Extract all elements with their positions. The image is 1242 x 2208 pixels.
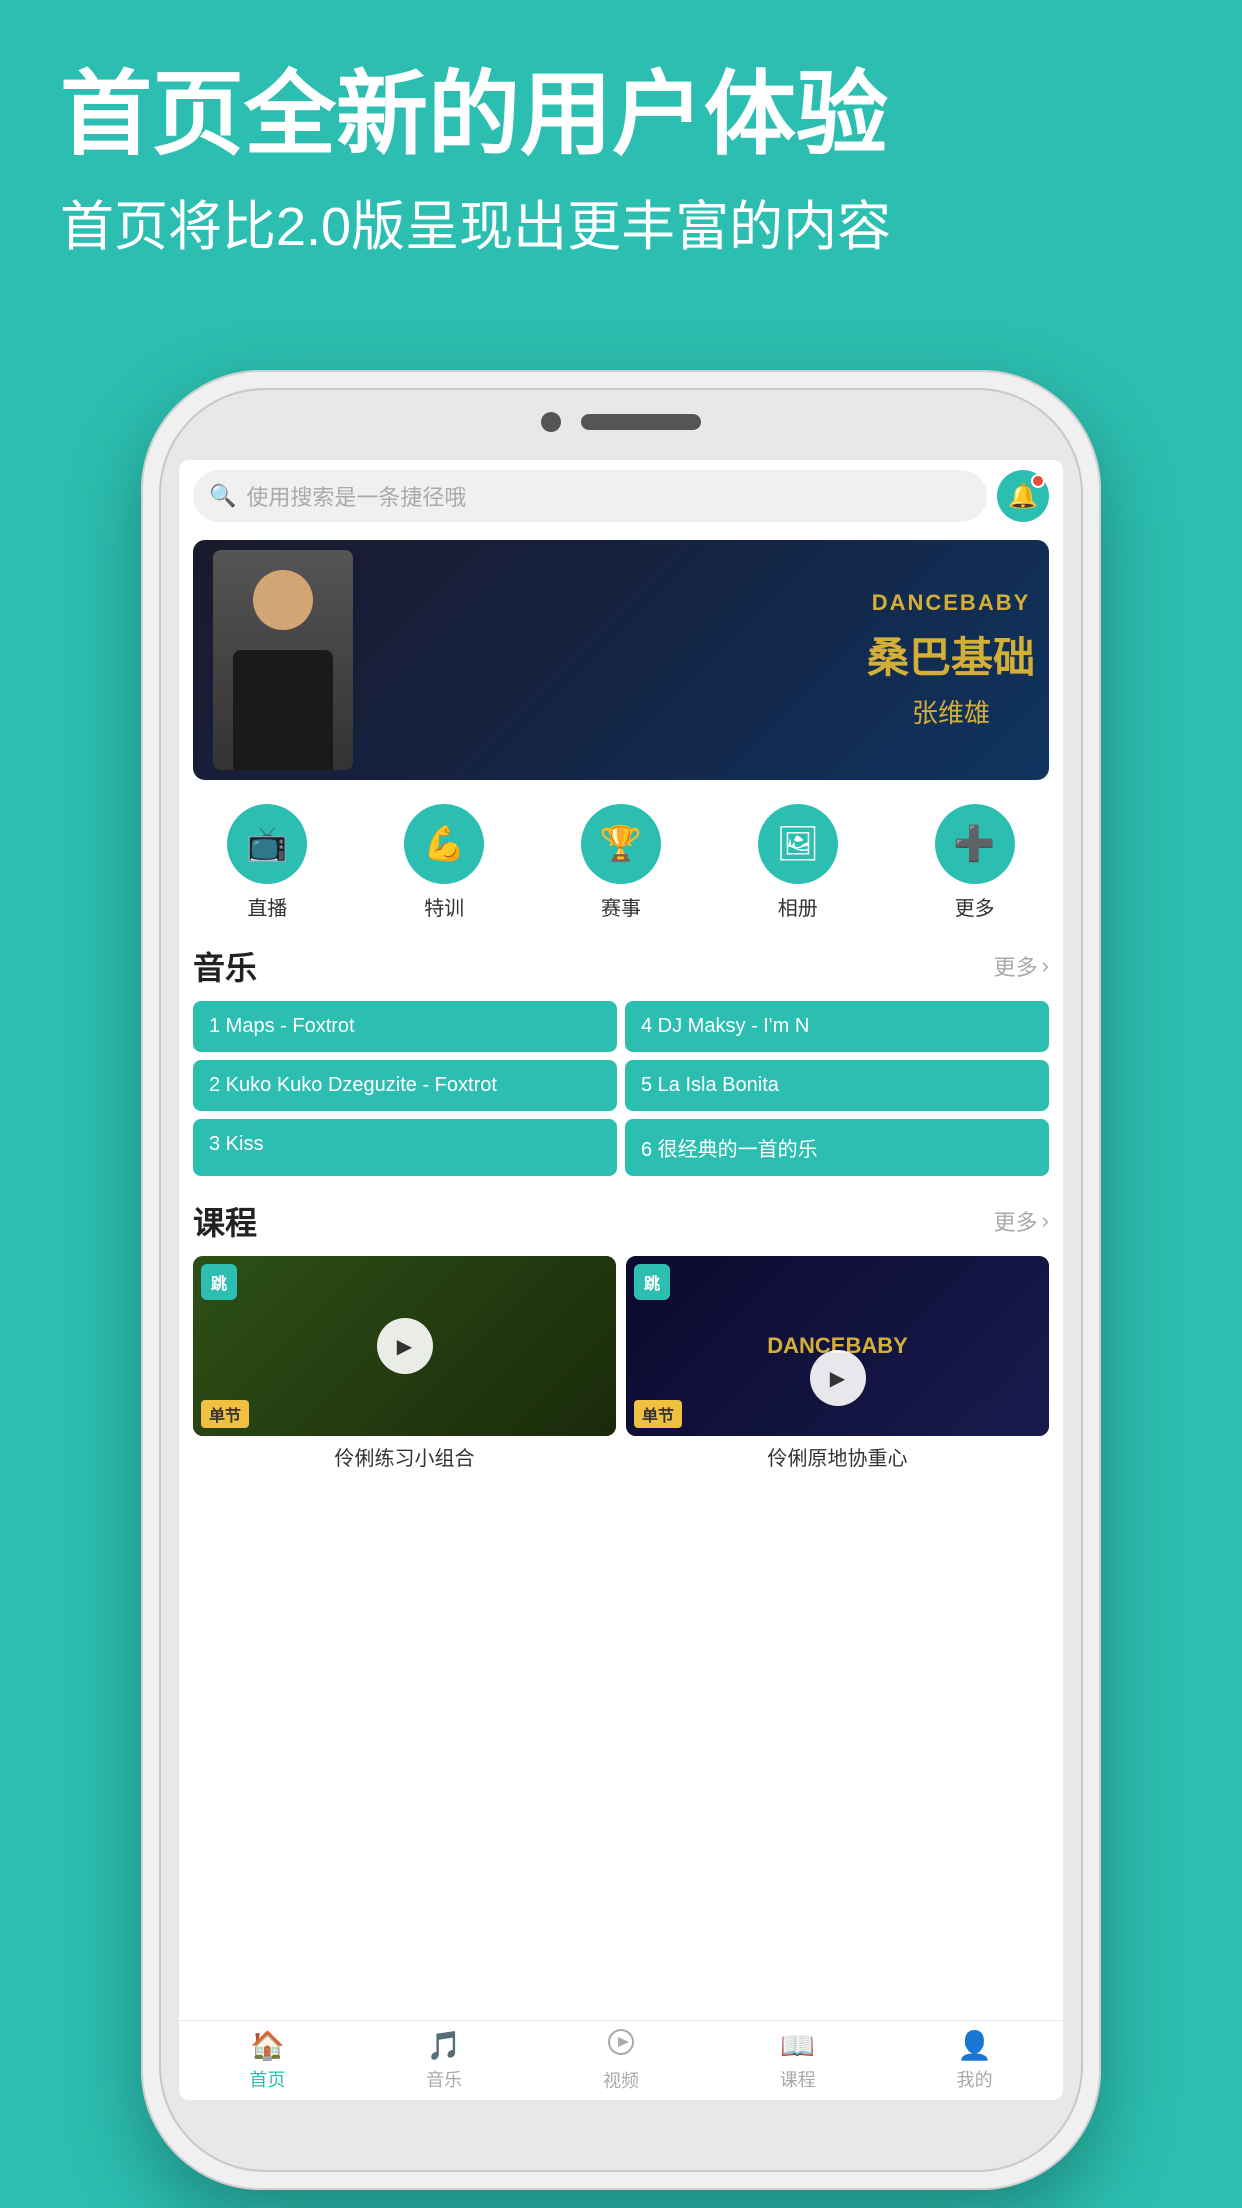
course-nav-label: 课程 [780, 2066, 816, 2092]
top-text-area: 首页全新的用户体验 首页将比2.0版呈现出更丰富的内容 [60, 60, 1182, 266]
chevron-right-icon: › [1042, 953, 1049, 979]
nav-item-course[interactable]: 📖 课程 [780, 2029, 816, 2092]
main-banner[interactable]: DANCEBABY 桑巴基础 张维雄 [193, 540, 1049, 780]
course-section-header: 课程 更多 › [193, 1198, 1049, 1244]
course-more-button[interactable]: 更多 › [994, 1205, 1049, 1237]
music-item-5[interactable]: 5 La Isla Bonita [625, 1060, 1049, 1111]
icon-item-live[interactable]: 📺 直播 [227, 804, 307, 921]
course-names-row: 伶俐练习小组合 伶俐原地协重心 [193, 1442, 1049, 1471]
music-item-4[interactable]: 4 DJ Maksy - I'm N [625, 1001, 1049, 1052]
search-input-box[interactable]: 🔍 使用搜索是一条捷径哦 [193, 470, 987, 522]
home-nav-icon: 🏠 [250, 2029, 285, 2062]
music-nav-icon: 🎵 [427, 2029, 462, 2062]
music-grid: 1 Maps - Foxtrot 4 DJ Maksy - I'm N 2 Ku… [193, 1001, 1049, 1176]
nav-item-home[interactable]: 🏠 首页 [249, 2029, 285, 2092]
training-icon-circle: 💪 [404, 804, 484, 884]
banner-person-image [213, 550, 353, 770]
banner-subtitle: 张维雄 [867, 693, 1035, 730]
music-section-title: 音乐 [193, 943, 257, 989]
banner-brand: DANCEBABY [867, 590, 1035, 616]
person-body [233, 650, 333, 770]
page-main-title: 首页全新的用户体验 [60, 60, 1182, 170]
course-badge-1: 单节 [201, 1400, 249, 1428]
course-logo-1: 跳 [201, 1264, 237, 1300]
more-icon-circle: ➕ [935, 804, 1015, 884]
album-icon-circle: 🖼 [758, 804, 838, 884]
live-label: 直播 [247, 892, 287, 921]
icon-item-album[interactable]: 🖼 相册 [758, 804, 838, 921]
profile-nav-icon: 👤 [957, 2029, 992, 2062]
music-section: 音乐 更多 › 1 Maps - Foxtrot 4 DJ Maksy - I'… [179, 929, 1063, 1184]
play-button-2[interactable]: ▶ [810, 1350, 866, 1406]
music-item-2[interactable]: 2 Kuko Kuko Dzeguzite - Foxtrot [193, 1060, 617, 1111]
search-bar-area: 🔍 使用搜索是一条捷径哦 🔔 [179, 460, 1063, 532]
phone-camera [541, 412, 561, 432]
course-nav-icon: 📖 [780, 2029, 815, 2062]
competition-label: 赛事 [601, 892, 641, 921]
live-icon-circle: 📺 [227, 804, 307, 884]
search-icon: 🔍 [209, 483, 236, 509]
page-subtitle: 首页将比2.0版呈现出更丰富的内容 [60, 190, 1182, 266]
banner-main-title: 桑巴基础 [867, 624, 1035, 685]
training-label: 特训 [424, 892, 464, 921]
profile-nav-label: 我的 [957, 2066, 993, 2092]
video-nav-icon [607, 2028, 635, 2063]
course-badge-2: 单节 [634, 1400, 682, 1428]
competition-icon-circle: 🏆 [581, 804, 661, 884]
course-name-1: 伶俐练习小组合 [193, 1442, 616, 1471]
banner-text: DANCEBABY 桑巴基础 张维雄 [867, 590, 1035, 730]
play-button-1[interactable]: ▶ [377, 1318, 433, 1374]
icon-item-competition[interactable]: 🏆 赛事 [581, 804, 661, 921]
album-label: 相册 [778, 892, 818, 921]
icon-item-training[interactable]: 💪 特训 [404, 804, 484, 921]
more-label: 更多 [955, 892, 995, 921]
music-nav-label: 音乐 [426, 2066, 462, 2092]
course-grid: 跳 ▶ 单节 跳 DANCEBABY ▶ 单节 [193, 1256, 1049, 1436]
nav-item-profile[interactable]: 👤 我的 [957, 2029, 993, 2092]
nav-item-music[interactable]: 🎵 音乐 [426, 2029, 462, 2092]
music-more-button[interactable]: 更多 › [994, 950, 1049, 982]
screen-content: 🔍 使用搜索是一条捷径哦 🔔 DANCEBABY 桑巴基础 张维雄 [179, 460, 1063, 2020]
course-chevron-right-icon: › [1042, 1208, 1049, 1234]
home-nav-label: 首页 [249, 2066, 285, 2092]
notification-dot [1031, 474, 1045, 488]
bottom-navigation: 🏠 首页 🎵 音乐 视频 📖 课程 � [179, 2020, 1063, 2100]
phone-mockup: 无 SIM 卡 📶 下午12:40 75% 🔍 使用搜索是一条捷径哦 🔔 [141, 370, 1101, 2190]
course-logo-2: 跳 [634, 1264, 670, 1300]
notification-button[interactable]: 🔔 [997, 470, 1049, 522]
music-item-6[interactable]: 6 很经典的一首的乐 [625, 1119, 1049, 1176]
icon-item-more[interactable]: ➕ 更多 [935, 804, 1015, 921]
nav-item-video[interactable]: 视频 [603, 2028, 639, 2093]
music-item-1[interactable]: 1 Maps - Foxtrot [193, 1001, 617, 1052]
phone-screen: 无 SIM 卡 📶 下午12:40 75% 🔍 使用搜索是一条捷径哦 🔔 [179, 460, 1063, 2100]
course-name-2: 伶俐原地协重心 [626, 1442, 1049, 1471]
course-thumbnail-2: 跳 DANCEBABY ▶ 单节 [626, 1256, 1049, 1436]
person-head [253, 570, 313, 630]
music-item-3[interactable]: 3 Kiss [193, 1119, 617, 1176]
phone-speaker [581, 414, 701, 430]
course-thumbnail-1: 跳 ▶ 单节 [193, 1256, 616, 1436]
course-section-title: 课程 [193, 1198, 257, 1244]
course-item-2[interactable]: 跳 DANCEBABY ▶ 单节 [626, 1256, 1049, 1436]
music-section-header: 音乐 更多 › [193, 943, 1049, 989]
course-item-1[interactable]: 跳 ▶ 单节 [193, 1256, 616, 1436]
phone-top-bar [521, 412, 721, 432]
course-section: 课程 更多 › 跳 ▶ 单节 [179, 1184, 1063, 1479]
feature-icon-grid: 📺 直播 💪 特训 🏆 赛事 🖼 相册 ➕ 更多 [179, 788, 1063, 929]
search-placeholder: 使用搜索是一条捷径哦 [246, 480, 466, 512]
video-nav-label: 视频 [603, 2067, 639, 2093]
